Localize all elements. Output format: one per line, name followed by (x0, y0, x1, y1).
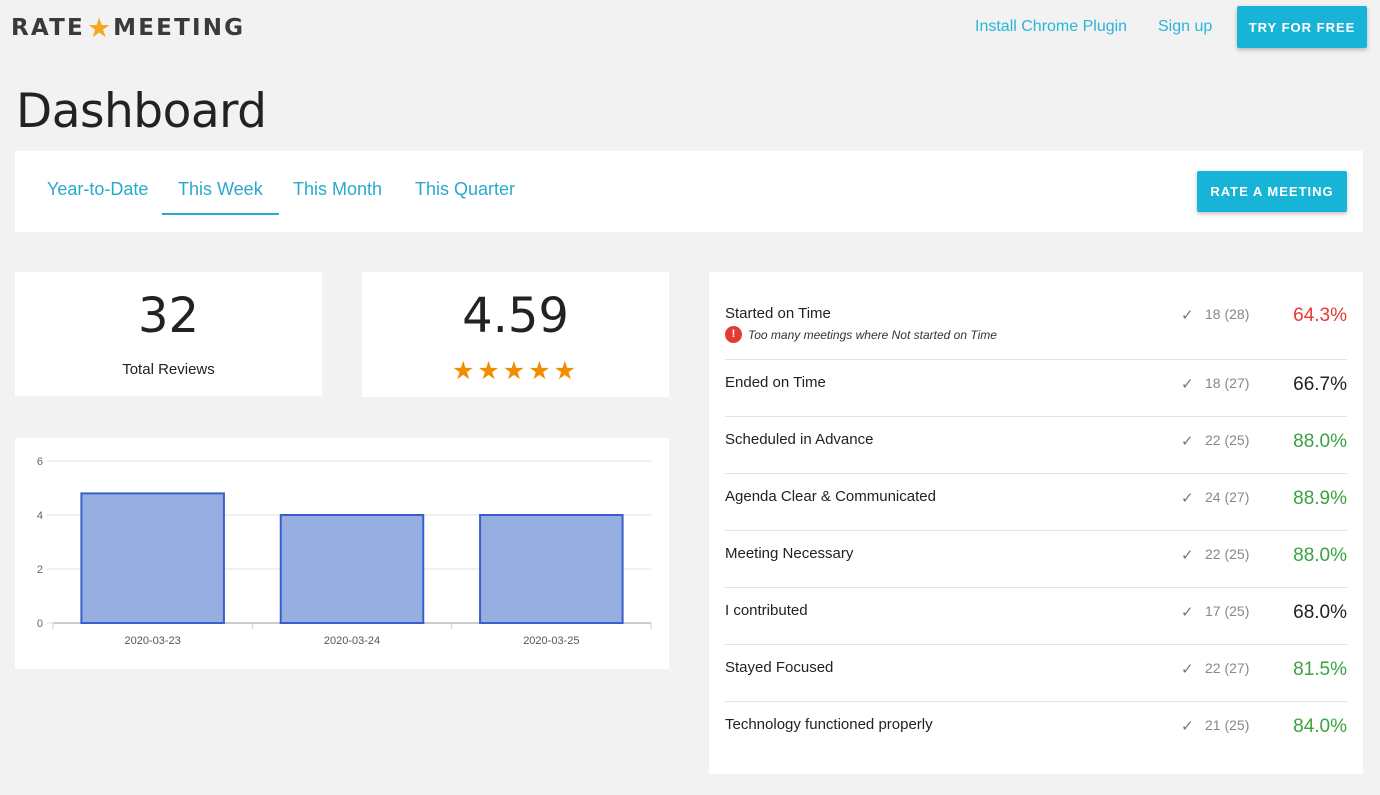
criteria-row: I contributed ✓ 17 (25) 68.0% (725, 588, 1347, 645)
tab-year-to-date[interactable]: Year-to-Date (31, 179, 164, 215)
criteria-row: Started on Time! Too many meetings where … (725, 294, 1347, 360)
average-rating-card: 4.59 ★★★★★ (362, 272, 669, 397)
rate-a-meeting-button[interactable]: RATE A MEETING (1197, 171, 1347, 212)
check-icon: ✓ (1181, 661, 1194, 678)
criteria-row: Scheduled in Advance ✓ 22 (25) 88.0% (725, 417, 1347, 474)
star-icon: ★ (86, 12, 112, 44)
warning-icon: ! (725, 326, 742, 343)
criteria-count: 21 (25) (1205, 717, 1250, 733)
logo-text-meeting: MEETING (113, 15, 246, 41)
x-tick-label: 2020-03-24 (324, 635, 380, 647)
criteria-name: Stayed Focused (725, 659, 834, 676)
criteria-percent: 88.0% (1293, 431, 1347, 452)
average-rating-value: 4.59 (462, 288, 569, 344)
criteria-warning: ! Too many meetings where Not started on … (725, 326, 997, 343)
y-tick-label: 6 (37, 456, 43, 468)
logo-text-rate: RATE (11, 15, 85, 41)
check-icon: ✓ (1181, 376, 1194, 393)
try-for-free-button[interactable]: TRY FOR FREE (1237, 6, 1367, 48)
criteria-row: Meeting Necessary ✓ 22 (25) 88.0% (725, 531, 1347, 588)
star-rating-icons: ★★★★★ (451, 357, 580, 385)
total-reviews-card: 32 Total Reviews (15, 272, 322, 396)
total-reviews-value: 32 (137, 288, 200, 344)
y-tick-label: 0 (37, 618, 43, 630)
criteria-count: 22 (27) (1205, 660, 1250, 676)
criteria-count: 22 (25) (1205, 546, 1250, 562)
bar (80, 492, 225, 625)
total-reviews-label: Total Reviews (122, 361, 215, 378)
criteria-name: Ended on Time (725, 374, 826, 391)
x-tick-label: 2020-03-25 (523, 635, 579, 647)
criteria-name: Scheduled in Advance (725, 431, 874, 448)
criteria-count: 24 (27) (1205, 489, 1250, 505)
install-chrome-plugin-link[interactable]: Install Chrome Plugin (975, 18, 1127, 36)
criteria-count: 18 (27) (1205, 375, 1250, 391)
criteria-percent: 68.0% (1293, 602, 1347, 623)
check-icon: ✓ (1181, 547, 1194, 564)
criteria-percent: 88.9% (1293, 488, 1347, 509)
y-tick-label: 2 (37, 564, 43, 576)
criteria-row: Ended on Time ✓ 18 (27) 66.7% (725, 360, 1347, 417)
criteria-name: Agenda Clear & Communicated (725, 488, 936, 505)
criteria-card: Started on Time! Too many meetings where … (709, 272, 1363, 774)
check-icon: ✓ (1181, 433, 1194, 450)
x-tick-label: 2020-03-23 (125, 635, 181, 647)
bar (479, 514, 624, 624)
warning-text: Too many meetings where Not started on T… (748, 327, 997, 342)
criteria-percent: 81.5% (1293, 659, 1347, 680)
logo[interactable]: RATE ★ MEETING (11, 12, 245, 44)
reviews-per-day-chart: 0 2 4 6 2020-03-23 2020-03-24 2020-03-25 (15, 438, 669, 669)
bar-chart-svg: 0 2 4 6 2020-03-23 2020-03-24 2020-03-25 (37, 456, 652, 647)
criteria-percent: 84.0% (1293, 716, 1347, 737)
criteria-row: Agenda Clear & Communicated ✓ 24 (27) 88.9% (725, 474, 1347, 531)
tab-this-week[interactable]: This Week (162, 179, 279, 215)
tab-this-month[interactable]: This Month (277, 179, 398, 215)
criteria-percent: 88.0% (1293, 545, 1347, 566)
criteria-count: 18 (28) (1205, 306, 1250, 322)
check-icon: ✓ (1181, 718, 1194, 735)
bar (279, 514, 425, 624)
criteria-count: 17 (25) (1205, 603, 1250, 619)
criteria-percent: 64.3% (1293, 305, 1347, 326)
criteria-percent: 66.7% (1293, 374, 1347, 395)
criteria-count: 22 (25) (1205, 432, 1250, 448)
criteria-name: Technology functioned properly (725, 716, 933, 733)
criteria-row: Technology functioned properly ✓ 21 (25) 84… (725, 702, 1347, 759)
check-icon: ✓ (1181, 490, 1194, 507)
period-tabs-bar: Year-to-Date This Week This Month This Q… (15, 151, 1363, 232)
criteria-name: Meeting Necessary (725, 545, 854, 562)
check-icon: ✓ (1181, 307, 1194, 324)
criteria-row: Stayed Focused ✓ 22 (27) 81.5% (725, 645, 1347, 702)
criteria-name: I contributed (725, 602, 808, 619)
tab-this-quarter[interactable]: This Quarter (399, 179, 531, 215)
sign-up-link[interactable]: Sign up (1158, 18, 1212, 36)
criteria-name: Started on Time (725, 305, 831, 322)
check-icon: ✓ (1181, 604, 1194, 621)
y-tick-label: 4 (37, 510, 43, 522)
page-title: Dashboard (16, 84, 267, 139)
